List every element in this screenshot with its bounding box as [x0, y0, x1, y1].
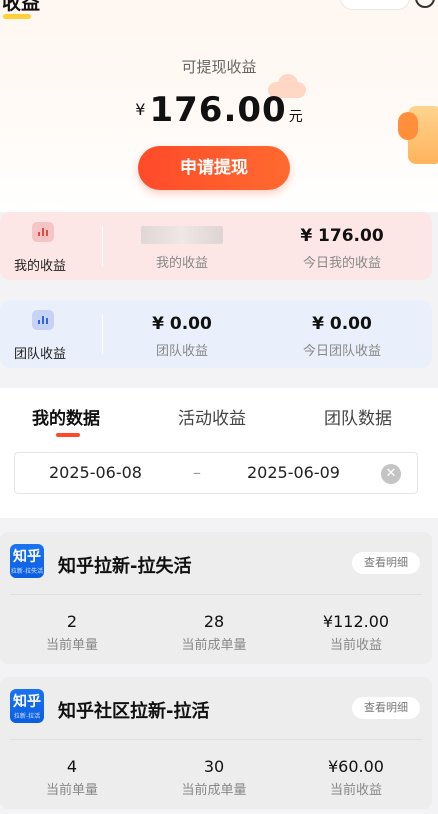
date-range-picker[interactable]: 2025-06-08 – 2025-06-09 ✕ — [14, 452, 418, 494]
my-earnings-total-caption: 我的收益 — [155, 256, 208, 271]
bar-chart-icon — [32, 222, 54, 242]
zhihu-logo-icon: 知乎 拉新-拉活 — [10, 689, 44, 723]
current-earnings-stat: ¥112.00 当前收益 — [322, 612, 390, 653]
my-earnings-card: 我的收益 我的收益 ¥ 176.00 今日我的收益 — [0, 212, 432, 280]
data-tabs: 我的数据 活动收益 团队数据 — [0, 388, 438, 438]
end-date[interactable]: 2025-06-09 — [247, 463, 340, 482]
withdrawable-label: 可提现收益 — [181, 58, 257, 76]
my-earnings-today-value: ¥ 176.00 — [300, 226, 384, 246]
active-tab-indicator — [56, 433, 80, 437]
task-card: 知乎 拉新-拉失活 知乎拉新-拉失活 查看明细 2 当前单量 28 当前成单量 … — [0, 532, 432, 664]
team-earnings-total-caption: 团队收益 — [155, 344, 208, 359]
amount-value: 176.00 — [149, 90, 287, 130]
view-details-button[interactable]: 查看明细 — [352, 552, 420, 574]
tab-my-data[interactable]: 我的数据 — [32, 404, 100, 429]
date-separator: – — [193, 463, 201, 482]
bar-chart-icon — [32, 310, 54, 330]
start-date[interactable]: 2025-06-08 — [49, 463, 142, 482]
my-earnings-total: 我的收益 — [102, 226, 262, 271]
tab-activity-earnings[interactable]: 活动收益 — [178, 404, 246, 429]
title-underline — [3, 14, 31, 19]
completed-orders-stat: 28 当前成单量 — [181, 612, 247, 653]
current-earnings-stat: ¥60.00 当前收益 — [328, 757, 384, 798]
task-card: 知乎 拉新-拉活 知乎社区拉新-拉活 查看明细 4 当前单量 30 当前成单量 … — [0, 677, 432, 809]
date-filter-area: 2025-06-08 – 2025-06-09 ✕ — [0, 438, 438, 518]
my-earnings-side: 我的收益 — [0, 212, 102, 280]
current-orders-stat: 2 当前单量 — [45, 612, 98, 653]
task-divider — [10, 739, 422, 740]
task-name: 知乎社区拉新-拉活 — [58, 701, 210, 722]
team-earnings-today: ¥ 0.00 今日团队收益 — [262, 314, 422, 359]
team-earnings-label: 团队收益 — [14, 347, 67, 362]
earnings-hero: 收益 可提现收益 ¥176.00 元 申请提现 — [0, 0, 438, 212]
team-earnings-total: ¥ 0.00 团队收益 — [102, 314, 262, 359]
zhihu-logo-icon: 知乎 拉新-拉失活 — [10, 544, 44, 578]
blurred-value — [141, 226, 223, 244]
amount-unit: 元 — [288, 109, 303, 125]
page-title: 收益 — [2, 0, 41, 14]
help-icon[interactable] — [415, 0, 435, 8]
my-earnings-label: 我的收益 — [14, 259, 67, 274]
current-orders-stat: 4 当前单量 — [45, 757, 98, 798]
team-earnings-today-value: ¥ 0.00 — [312, 314, 372, 334]
withdrawable-amount: ¥176.00 元 — [0, 90, 438, 130]
top-action-pill[interactable] — [340, 0, 410, 10]
task-name: 知乎拉新-拉失活 — [58, 556, 192, 577]
my-earnings-today: ¥ 176.00 今日我的收益 — [262, 226, 422, 271]
team-earnings-total-value: ¥ 0.00 — [152, 314, 212, 334]
currency-symbol: ¥ — [135, 100, 146, 119]
team-earnings-today-caption: 今日团队收益 — [302, 344, 381, 359]
task-divider — [10, 594, 422, 595]
tab-team-data[interactable]: 团队数据 — [324, 404, 392, 429]
team-earnings-side: 团队收益 — [0, 300, 102, 368]
clear-date-icon[interactable]: ✕ — [381, 464, 401, 484]
view-details-button[interactable]: 查看明细 — [352, 697, 420, 719]
my-earnings-today-caption: 今日我的收益 — [302, 256, 381, 271]
withdraw-button[interactable]: 申请提现 — [138, 146, 290, 190]
team-earnings-card: 团队收益 ¥ 0.00 团队收益 ¥ 0.00 今日团队收益 — [0, 300, 432, 368]
completed-orders-stat: 30 当前成单量 — [181, 757, 247, 798]
